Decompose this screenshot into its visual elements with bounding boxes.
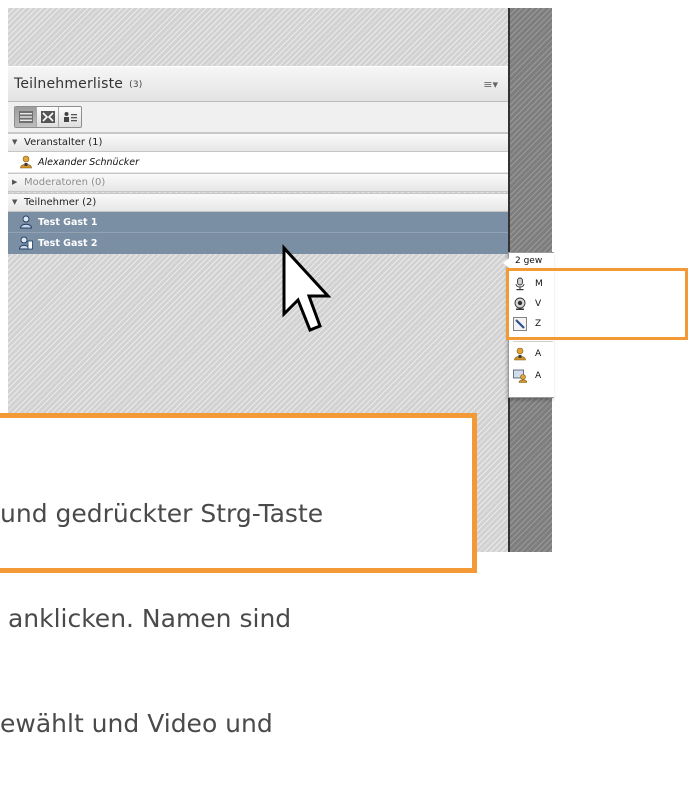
promote-presenter-icon: [513, 369, 527, 383]
menu-icon[interactable]: ≡▾: [483, 78, 498, 91]
participant-name: Test Gast 2: [38, 238, 98, 249]
section-label: Teilnehmer (2): [24, 197, 97, 208]
host-row[interactable]: Alexander Schnücker: [8, 152, 508, 173]
list-view-icon[interactable]: [15, 107, 37, 127]
participant-row[interactable]: Test Gast 2: [8, 233, 508, 254]
menu-item-promote-presenter[interactable]: A: [513, 369, 555, 385]
section-moderators[interactable]: ▶ Moderatoren (0): [8, 173, 508, 192]
participant-device-icon: [19, 236, 33, 250]
highlight-box: [506, 268, 688, 340]
participant-icon: [20, 215, 32, 229]
pod-title-text: Teilnehmerliste: [14, 76, 124, 92]
pod-header: Teilnehmerliste (3) ≡▾: [8, 66, 508, 102]
callout-text: und gedrückter Strg-Taste anklicken. Nam…: [0, 426, 692, 811]
section-label: Veranstalter (1): [24, 137, 103, 148]
pod-title: Teilnehmerliste (3): [14, 76, 142, 92]
callout-line: und gedrückter Strg-Taste: [0, 499, 324, 528]
participant-name: Test Gast 1: [38, 217, 98, 228]
participant-count: (3): [129, 80, 143, 90]
callout-line: anklicken. Namen sind: [0, 604, 292, 633]
expand-arrow-icon: ▼: [12, 198, 18, 206]
menu-item-label: A: [535, 371, 542, 381]
menu-divider: [513, 341, 553, 342]
host-user-icon: [20, 155, 32, 169]
menu-item-promote-host[interactable]: A: [513, 347, 555, 363]
section-hosts[interactable]: ▼ Veranstalter (1): [8, 133, 508, 152]
participant-row[interactable]: Test Gast 1: [8, 212, 508, 233]
popup-title: 2 gew: [515, 256, 543, 266]
section-participants[interactable]: ▼ Teilnehmer (2): [8, 193, 508, 212]
promote-host-icon: [514, 347, 526, 361]
attendee-view-icon[interactable]: [59, 107, 81, 127]
view-switcher: [14, 106, 82, 128]
grid-view-icon[interactable]: [37, 107, 59, 127]
host-name: Alexander Schnücker: [38, 157, 140, 168]
view-toolbar: [8, 102, 508, 133]
section-label: Moderatoren (0): [24, 177, 106, 188]
mouse-cursor-icon: [282, 244, 332, 332]
collapse-arrow-icon: ▶: [12, 178, 18, 186]
workspace-background: [8, 8, 508, 66]
instruction-callout: und gedrückter Strg-Taste anklicken. Nam…: [0, 413, 477, 738]
callout-line: ewählt und Video und: [0, 709, 273, 738]
expand-arrow-icon: ▼: [12, 138, 18, 146]
popup-pointer: [503, 258, 509, 268]
menu-item-label: A: [535, 349, 542, 359]
